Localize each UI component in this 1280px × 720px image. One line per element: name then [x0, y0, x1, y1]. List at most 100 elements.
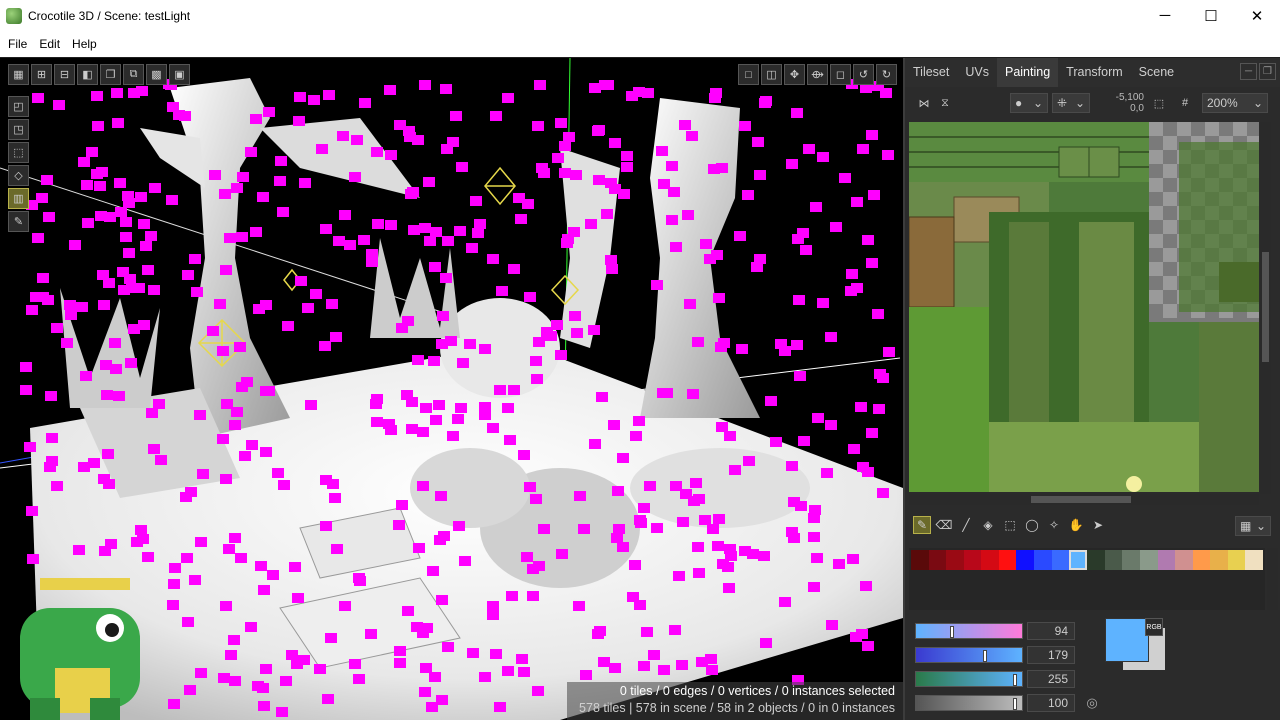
vertex-marker[interactable] [26, 506, 38, 516]
vertex-marker[interactable] [712, 541, 724, 551]
vertex-marker[interactable] [736, 344, 748, 354]
vertex-marker[interactable] [349, 659, 361, 669]
vertex-marker[interactable] [882, 150, 894, 160]
vertex-marker[interactable] [371, 394, 383, 404]
scene-render[interactable] [0, 58, 903, 720]
vertex-marker[interactable] [125, 358, 137, 368]
vertex-marker[interactable] [723, 583, 735, 593]
vertex-marker[interactable] [504, 435, 516, 445]
vertex-marker[interactable] [274, 176, 286, 186]
vertex-marker[interactable] [470, 196, 482, 206]
vertex-marker[interactable] [621, 151, 633, 161]
erase-icon[interactable]: ◇ [8, 165, 29, 186]
vertex-marker[interactable] [260, 447, 272, 457]
vertex-marker[interactable] [629, 560, 641, 570]
vertex-marker[interactable] [621, 162, 633, 172]
vertex-marker[interactable] [670, 242, 682, 252]
vertex-marker[interactable] [808, 513, 820, 523]
vertex-marker[interactable] [722, 562, 734, 572]
vertex-marker[interactable] [860, 581, 872, 591]
vertex-marker[interactable] [78, 157, 90, 167]
vertex-marker[interactable] [286, 650, 298, 660]
vertex-marker[interactable] [494, 702, 506, 712]
vertex-marker[interactable] [812, 413, 824, 423]
vertex-marker[interactable] [140, 241, 152, 251]
vertex-marker[interactable] [128, 88, 140, 98]
flip-vertical-icon[interactable]: ⧖ [936, 94, 954, 112]
vertex-marker[interactable] [531, 374, 543, 384]
vertex-marker[interactable] [167, 600, 179, 610]
vertex-marker[interactable] [406, 424, 418, 434]
tileset-canvas[interactable] [909, 122, 1259, 492]
vertex-marker[interactable] [111, 88, 123, 98]
vertex-marker[interactable] [275, 156, 287, 166]
vertex-marker[interactable] [617, 542, 629, 552]
vertex-marker[interactable] [608, 420, 620, 430]
vertex-marker[interactable] [365, 629, 377, 639]
vertex-marker[interactable] [508, 264, 520, 274]
vertex-marker[interactable] [394, 120, 406, 130]
vertex-marker[interactable] [661, 388, 673, 398]
vertex-marker[interactable] [638, 503, 650, 513]
vertex-marker[interactable] [99, 546, 111, 556]
vertex-marker[interactable] [298, 655, 310, 665]
vertex-marker[interactable] [314, 664, 326, 674]
vertex-marker[interactable] [239, 451, 251, 461]
vertex-marker[interactable] [502, 666, 514, 676]
vertex-marker[interactable] [580, 670, 592, 680]
vertex-marker[interactable] [184, 685, 196, 695]
vertex-marker[interactable] [682, 210, 694, 220]
vertex-marker[interactable] [228, 635, 240, 645]
vertex-marker[interactable] [877, 488, 889, 498]
vertex-marker[interactable] [351, 135, 363, 145]
vertex-marker[interactable] [91, 91, 103, 101]
vertex-marker[interactable] [280, 676, 292, 686]
vertex-marker[interactable] [220, 601, 232, 611]
vertex-marker[interactable] [855, 402, 867, 412]
vertex-marker[interactable] [522, 199, 534, 209]
vertex-marker[interactable] [711, 250, 723, 260]
vertex-marker[interactable] [638, 661, 650, 671]
vertex-marker[interactable] [220, 265, 232, 275]
vertex-marker[interactable] [51, 481, 63, 491]
vertex-marker[interactable] [32, 233, 44, 243]
vertex-marker[interactable] [588, 325, 600, 335]
vertex-marker[interactable] [393, 520, 405, 530]
vertex-marker[interactable] [496, 286, 508, 296]
vertex-marker[interactable] [508, 385, 520, 395]
palette-swatch[interactable] [911, 550, 929, 570]
close-button[interactable]: ✕ [1234, 0, 1280, 31]
vertex-marker[interactable] [786, 159, 798, 169]
vertex-marker[interactable] [308, 95, 320, 105]
vertex-marker[interactable] [168, 699, 180, 709]
vertex-marker[interactable] [100, 360, 112, 370]
vertex-marker[interactable] [436, 695, 448, 705]
palette-swatch[interactable] [1192, 550, 1211, 570]
vertex-marker[interactable] [98, 300, 110, 310]
select-tiles-icon[interactable]: ▦ [8, 64, 29, 85]
vertex-marker[interactable] [633, 416, 645, 426]
pencil-icon[interactable]: ✎ [8, 211, 29, 232]
vertex-marker[interactable] [234, 342, 246, 352]
vertex-marker[interactable] [237, 172, 249, 182]
grid-toggle-icon[interactable]: # [1176, 94, 1194, 112]
vertex-marker[interactable] [589, 439, 601, 449]
hue-slider[interactable] [915, 623, 1023, 639]
vertex-marker[interactable] [618, 189, 630, 199]
eraser-icon[interactable]: ⌫ [935, 516, 953, 534]
vertex-marker[interactable] [641, 627, 653, 637]
vertex-marker[interactable] [455, 403, 467, 413]
vertex-marker[interactable] [883, 347, 895, 357]
vertex-marker[interactable] [46, 433, 58, 443]
palette-swatch[interactable] [1210, 550, 1228, 570]
vertex-marker[interactable] [214, 299, 226, 309]
vertex-marker[interactable] [839, 173, 851, 183]
vertex-marker[interactable] [690, 478, 702, 488]
vertex-marker[interactable] [117, 267, 129, 277]
vertex-marker[interactable] [20, 362, 32, 372]
vertex-marker[interactable] [506, 591, 518, 601]
vertex-marker[interactable] [502, 93, 514, 103]
vertex-marker[interactable] [103, 278, 115, 288]
vertex-marker[interactable] [800, 245, 812, 255]
vertex-marker[interactable] [412, 355, 424, 365]
